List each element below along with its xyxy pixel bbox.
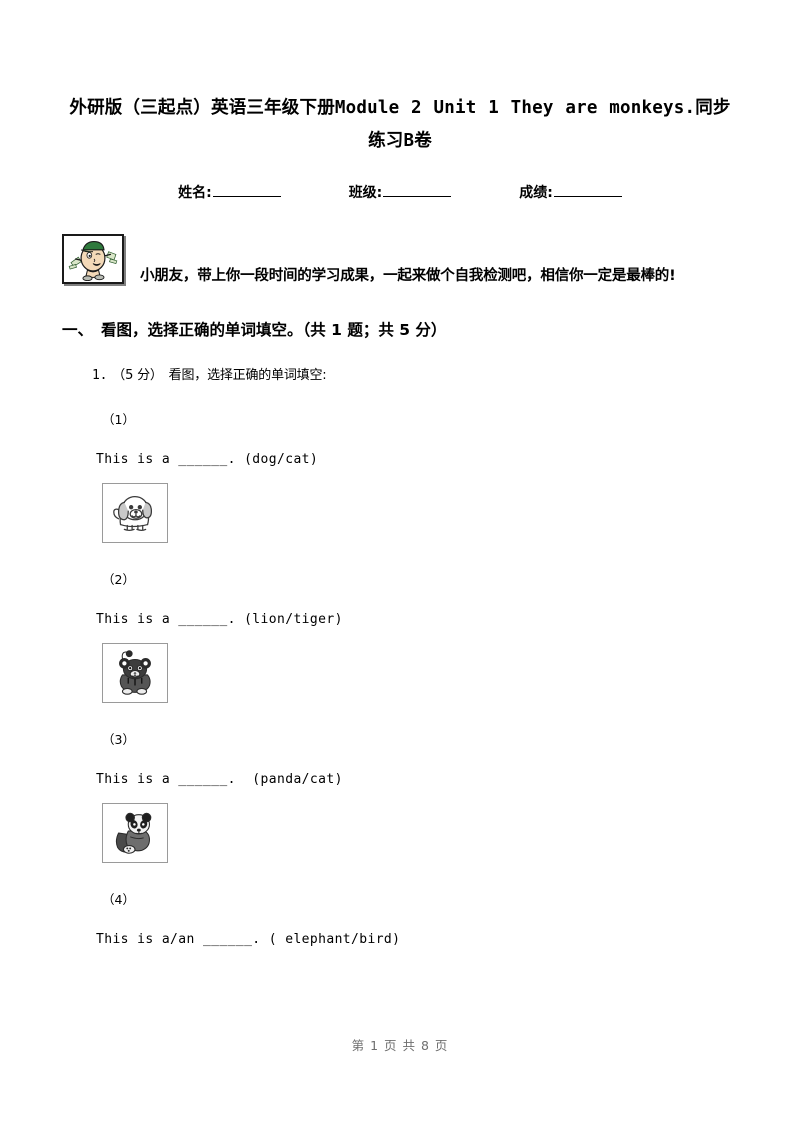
sub-question-sentence[interactable]: This is a ______. (lion/tiger) <box>96 612 738 627</box>
sub-question-label: （1） <box>102 412 135 427</box>
sub-question-label: （4） <box>102 892 135 907</box>
section-meta: （共 1 题；共 5 分） <box>302 321 447 339</box>
panda-line-art-icon <box>102 803 168 863</box>
sub-question-label: （2） <box>102 572 135 587</box>
cartoon-boy-waving-icon <box>62 234 124 284</box>
identity-field-class: 班级: <box>349 182 452 202</box>
identity-label-score: 成绩: <box>519 185 553 201</box>
greeting-banner: 小朋友，带上你一段时间的学习成果，一起来做个自我检测吧，相信你一定是最棒的! <box>62 232 738 290</box>
section-title: 看图，选择正确的单词填空。 <box>101 321 303 339</box>
identity-row: 姓名: 班级: 成绩: <box>62 182 738 202</box>
exam-page: 外研版（三起点）英语三年级下册Module 2 Unit 1 They are … <box>0 0 800 1132</box>
sub-question-sentence[interactable]: This is a ______. (dog/cat) <box>96 452 738 467</box>
question-number: 1. <box>92 368 108 383</box>
sub-question-3: （3） This is a ______. (panda/cat) <box>92 729 738 863</box>
identity-label-name: 姓名: <box>178 185 212 201</box>
sub-question-2: （2） This is a ______. (lion/tiger) <box>92 569 738 703</box>
identity-blank-class[interactable] <box>383 183 452 197</box>
sub-question-sentence[interactable]: This is a ______. (panda/cat) <box>96 772 738 787</box>
identity-blank-name[interactable] <box>212 183 281 197</box>
dog-line-art-icon <box>102 483 168 543</box>
question-1: 1. （5 分） 看图，选择正确的单词填空: （1） This is a _____… <box>62 364 738 947</box>
sub-question-4: （4） This is a/an ______. ( elephant/bird… <box>92 889 738 947</box>
identity-field-score: 成绩: <box>519 182 622 202</box>
sub-question-1: （1） This is a ______. (dog/cat) <box>92 409 738 543</box>
identity-blank-score[interactable] <box>553 183 622 197</box>
tiger-line-art-icon <box>102 643 168 703</box>
sub-question-sentence[interactable]: This is a/an ______. ( elephant/bird) <box>96 932 738 947</box>
sub-question-label: （3） <box>102 732 135 747</box>
identity-field-name: 姓名: <box>178 182 281 202</box>
section-heading-1: 一、 看图，选择正确的单词填空。（共 1 题；共 5 分） <box>62 318 738 340</box>
question-stem: 1. （5 分） 看图，选择正确的单词填空: <box>92 364 738 383</box>
identity-label-class: 班级: <box>348 185 383 201</box>
greeting-text: 小朋友，带上你一段时间的学习成果，一起来做个自我检测吧，相信你一定是最棒的! <box>140 268 676 284</box>
question-text: 看图，选择正确的单词填空: <box>168 368 327 383</box>
question-score: （5 分） <box>112 368 163 383</box>
section-index: 一、 <box>62 321 94 339</box>
page-footer: 第 1 页 共 8 页 <box>351 1038 449 1053</box>
page-title: 外研版（三起点）英语三年级下册Module 2 Unit 1 They are … <box>69 98 731 151</box>
